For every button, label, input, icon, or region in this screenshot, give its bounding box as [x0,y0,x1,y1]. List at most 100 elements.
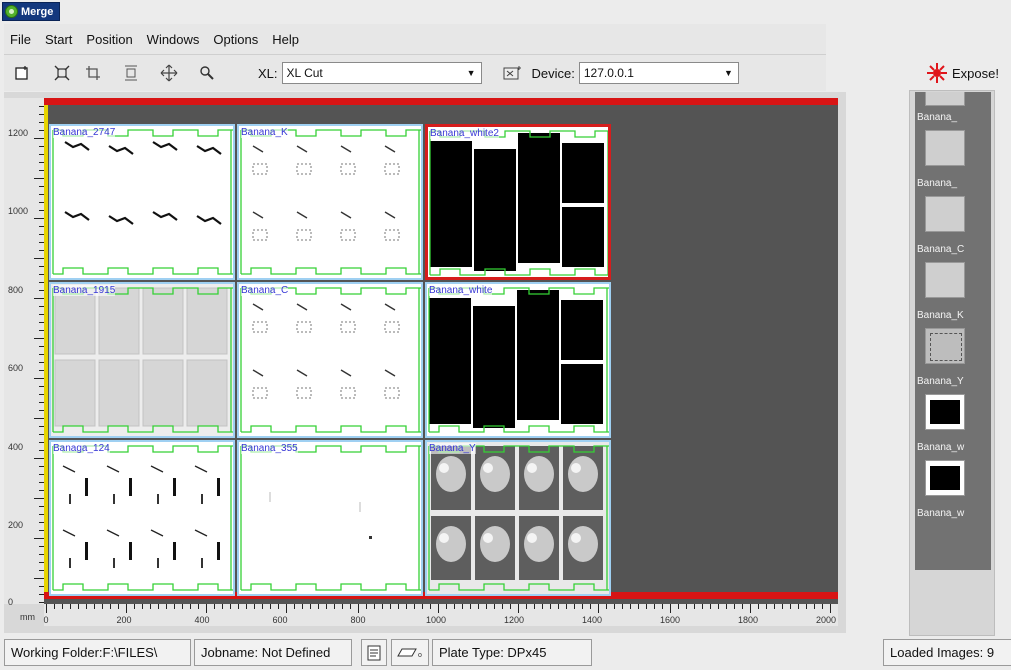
image-tile[interactable]: Banana_white2 [425,124,611,280]
ruler-label: 1600 [659,615,681,625]
image-preview [52,445,233,591]
ruler-label: 0 [43,615,49,625]
image-preview [52,129,233,275]
thumbnail[interactable] [925,130,965,166]
chevron-down-icon: ▼ [723,68,733,78]
image-preview [51,284,233,436]
thumbnail[interactable] [925,328,965,364]
menu-start[interactable]: Start [39,32,80,47]
ruler-label: 0 [8,597,14,607]
image-tile-label: Banana_white [429,285,493,296]
image-tile[interactable]: Banana_355 [237,440,423,596]
image-preview [427,442,609,594]
layout-canvas[interactable]: Banana_2747 Banana_K Banana_white2 Banana_1… [44,98,838,604]
expose-label: Expose! [952,65,999,81]
thumbnail-list[interactable]: Banana_ Banana_ Banana_C Banana_K Banana_Y Ba… [915,92,991,570]
image-tile[interactable]: Banana_C [237,282,423,438]
thumbnail-label: Banana_Y [917,376,964,387]
chevron-down-icon: ▼ [466,68,476,78]
ruler-label: 600 [272,615,288,625]
new-icon[interactable] [9,60,35,86]
thumbnail[interactable] [925,92,965,106]
crop-icon[interactable] [80,60,106,86]
ruler-label: 1000 [425,615,447,625]
menu-bar: File Start Position Windows Options Help [4,24,826,55]
center-icon[interactable] [118,60,144,86]
ruler-label: 400 [8,442,24,452]
xl-label: XL: [258,65,278,81]
menu-file[interactable]: File [4,32,39,47]
svg-text:o: o [418,652,422,659]
thumbnail[interactable] [925,394,965,430]
plate-type-status: Plate Type: DPx45 [432,639,592,666]
image-preview [427,284,609,436]
starburst-icon [927,63,947,83]
image-tile-label: Banana_2747 [53,127,116,138]
image-tile-label: Banana_355 [241,443,298,454]
image-tile[interactable]: Banana_Y [425,440,611,596]
thumbnail[interactable] [925,262,965,298]
ruler-label: 1800 [737,615,759,625]
thumbnail-panel: Banana_ Banana_ Banana_C Banana_K Banana_Y Ba… [909,90,995,636]
fit-icon[interactable] [49,60,75,86]
zoom-icon[interactable] [194,60,220,86]
image-tile[interactable]: Banana_white [425,282,611,438]
ruler-label: 400 [194,615,210,625]
image-tile-label: Banana_white2 [430,128,499,139]
image-tile[interactable]: Banana_1915 [49,282,235,438]
loaded-images-status: Loaded Images: 9 [883,639,1011,666]
window-title: Merge [21,5,54,18]
move-icon[interactable] [156,60,182,86]
thumbnail-label: Banana_ [917,178,958,189]
ruler-label: 1200 [8,128,29,138]
device-connect-icon[interactable] [500,60,526,86]
window-title-badge: Merge [2,2,61,21]
ruler-label: 200 [8,520,24,530]
plate-button[interactable]: o [391,639,429,666]
ruler-label: 1200 [503,615,525,625]
ruler-label: 2000 [815,615,837,625]
image-preview [428,127,608,277]
ruler-label: 800 [350,615,366,625]
menu-windows[interactable]: Windows [141,32,208,47]
plate-left-edge [44,105,48,592]
jobname-text: Jobname: Not Defined [201,645,331,660]
loaded-images-text: Loaded Images: 9 [890,645,995,660]
toolbar: XL: XL Cut ▼ Device: 127.0.0.1 ▼ [4,55,826,91]
plate-icon: o [397,648,422,659]
thumbnail-label: Banana_w [917,508,965,519]
thumbnail-label: Banana_w [917,442,965,453]
image-tile-label: Banana_1915 [53,285,116,296]
image-tile[interactable]: Banana_2747 [49,124,235,280]
image-tile[interactable]: Banana_K [237,124,423,280]
menu-position[interactable]: Position [80,32,140,47]
image-tile-label: Banaga_124 [53,443,110,454]
working-folder-status: Working Folder:F:\FILES\ [4,639,191,666]
ruler-label: 200 [116,615,132,625]
image-preview [240,129,421,275]
device-select[interactable]: 127.0.0.1 ▼ [578,62,739,84]
plate-top-edge [44,98,838,105]
image-tile-label: Banana_K [241,127,288,138]
thumbnail[interactable] [925,460,965,496]
ruler-label: 1000 [8,206,29,216]
ruler-unit: mm [20,612,35,622]
menu-help[interactable]: Help [266,32,307,47]
expose-button[interactable]: Expose! [926,60,1011,86]
document-button[interactable] [361,639,387,666]
xl-select[interactable]: XL Cut ▼ [281,62,482,84]
device-select-value: 127.0.0.1 [583,66,634,80]
image-tile-label: Banana_C [241,285,289,296]
plate-type-text: Plate Type: DPx45 [439,645,547,660]
menu-options[interactable]: Options [207,32,266,47]
thumbnail[interactable] [925,196,965,232]
working-folder-text: Working Folder:F:\FILES\ [11,645,158,660]
thumbnail-label: Banana_K [917,310,964,321]
image-tile[interactable]: Banaga_124 [49,440,235,596]
ruler-label: 1400 [581,615,603,625]
image-preview [240,287,421,433]
vertical-ruler: 1200 1000 800 600 400 200 0 [4,98,44,607]
jobname-status: Jobname: Not Defined [194,639,352,666]
ruler-label: 800 [8,285,24,295]
thumbnail-label: Banana_ [917,112,958,123]
